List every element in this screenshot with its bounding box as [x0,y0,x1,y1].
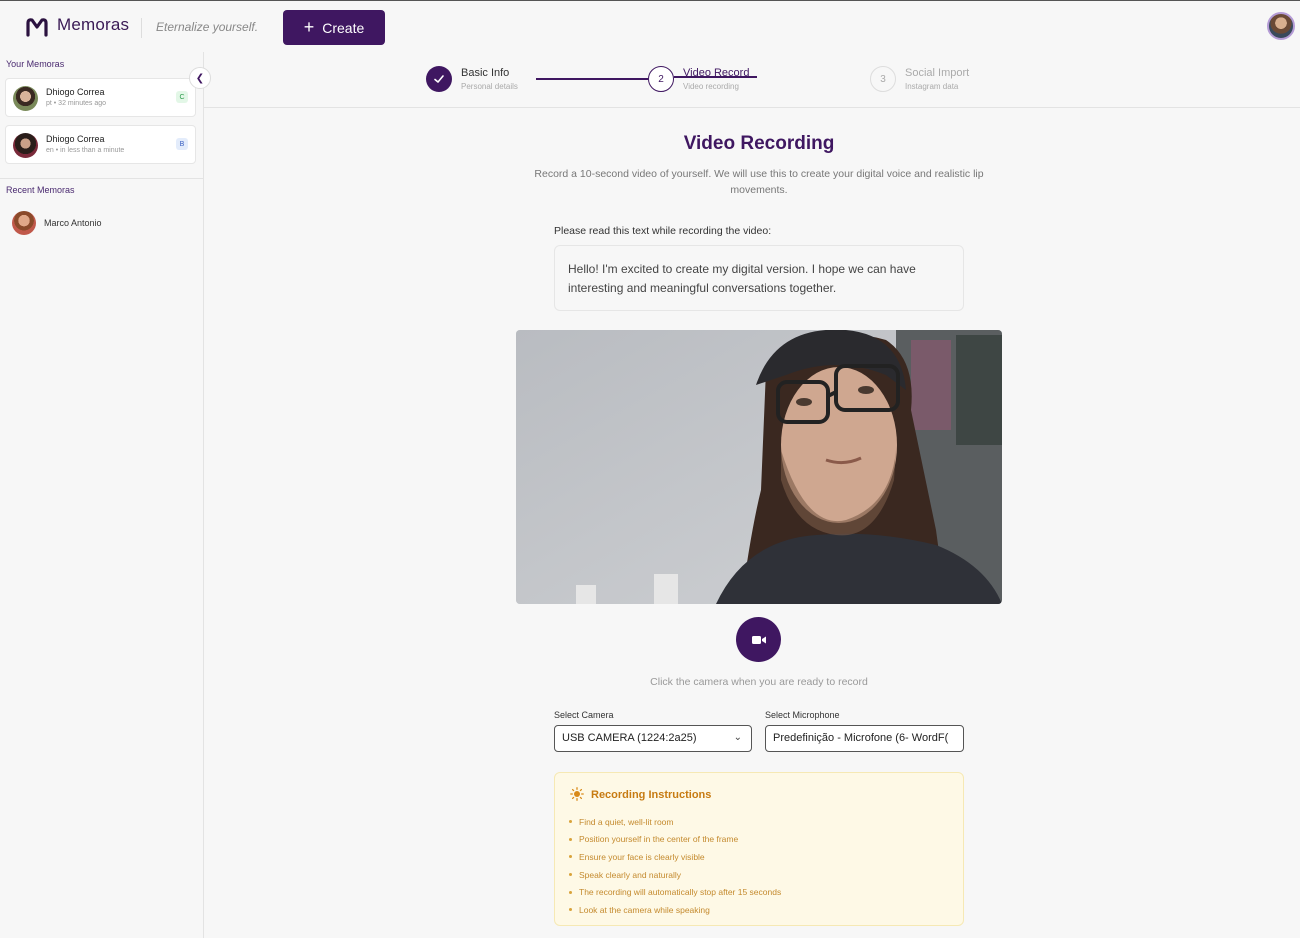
memora-name: Dhiogo Correa [46,134,105,144]
create-button[interactable]: + Create [283,10,385,45]
memora-card[interactable]: Dhiogo Correa en • in less than a minute… [5,125,196,164]
plus-icon: + [303,17,315,37]
memora-name: Dhiogo Correa [46,87,105,97]
instruction-text: Find a quiet, well-lit room [579,816,674,827]
instruction-text: Look at the camera while speaking [579,904,710,915]
page-description: Record a 10-second video of yourself. We… [534,168,984,196]
instruction-text: Speak clearly and naturally [579,869,682,880]
tagline: Eternalize yourself. [156,20,259,34]
memoras-logo-icon[interactable] [26,17,48,37]
instruction-text: Ensure your face is clearly visible [579,851,705,862]
user-avatar[interactable] [1267,12,1295,40]
camera-select-value: USB CAMERA (1224:2a25) [562,732,697,744]
step-sublabel: Personal details [461,82,518,91]
avatar [13,86,38,111]
video-camera-icon [751,635,766,644]
step-connector [674,76,757,78]
camera-feed-image [516,330,1002,604]
list-item: Position yourself in the center of the f… [569,831,781,849]
microphone-select[interactable]: Predefinição - Microfone (6- WordF( [765,725,964,752]
list-item: The recording will automatically stop af… [569,883,781,901]
step-sublabel: Instagram data [905,82,959,91]
step-basic-info-check-icon[interactable] [426,66,452,92]
chevron-left-icon: ❮ [195,72,205,84]
step-sublabel: Video recording [683,82,739,91]
microphone-select-value: Predefinição - Microfone (6- WordF( [773,732,949,744]
sidebar: Your Memoras Dhiogo Correa pt • 32 minut… [0,52,204,938]
recording-instructions-panel: Recording Instructions Find a quiet, wel… [554,772,964,926]
recent-memoras-title: Recent Memoras [6,185,75,195]
page-title: Video Recording [683,133,835,154]
avatar [13,133,38,158]
memora-meta: en • in less than a minute [46,147,125,154]
header-divider [141,18,142,38]
recent-memora-item[interactable]: Marco Antonio [12,211,102,235]
status-badge: B [176,138,188,150]
status-badge: C [176,91,188,103]
lightbulb-icon [570,787,584,801]
list-item: Ensure your face is clearly visible [569,848,781,866]
step-connector [536,78,648,80]
your-memoras-title: Your Memoras [6,59,65,69]
create-button-label: Create [322,19,365,36]
instruction-text: Position yourself in the center of the f… [579,834,739,845]
memora-meta: pt • 32 minutes ago [46,100,107,107]
instructions-list: Find a quiet, well-lit room Position you… [569,813,781,919]
list-item: Speak clearly and naturally [569,866,781,884]
sidebar-divider [0,178,203,179]
list-item: Look at the camera while speaking [569,901,781,919]
script-text-box: Hello! I'm excited to create my digital … [554,245,964,311]
top-bar: Memoras Eternalize yourself. + Create [0,0,1300,52]
memora-card[interactable]: Dhiogo Correa pt • 32 minutes ago C [5,78,196,117]
avatar [12,211,36,235]
record-hint: Click the camera when you are ready to r… [650,676,868,688]
instructions-title: Recording Instructions [591,789,712,801]
step-number[interactable]: 2 [648,66,674,92]
camera-select[interactable]: USB CAMERA (1224:2a25) ⌄ [554,725,752,752]
step-label[interactable]: Basic Info [461,67,509,79]
list-item: Find a quiet, well-lit room [569,813,781,831]
camera-select-label: Select Camera [554,710,614,720]
read-text-label: Please read this text while recording th… [554,225,772,237]
brand-name[interactable]: Memoras [57,15,129,35]
stepper: Basic Info Personal details 2 Video Reco… [204,52,1300,108]
microphone-select-label: Select Microphone [765,710,840,720]
step-label[interactable]: Social Import [905,67,969,79]
chevron-down-icon: ⌄ [733,732,742,743]
camera-preview [516,330,1002,604]
recent-memora-name: Marco Antonio [44,218,102,228]
instruction-text: The recording will automatically stop af… [579,887,782,898]
step-number[interactable]: 3 [870,66,896,92]
start-recording-button[interactable] [736,617,781,662]
